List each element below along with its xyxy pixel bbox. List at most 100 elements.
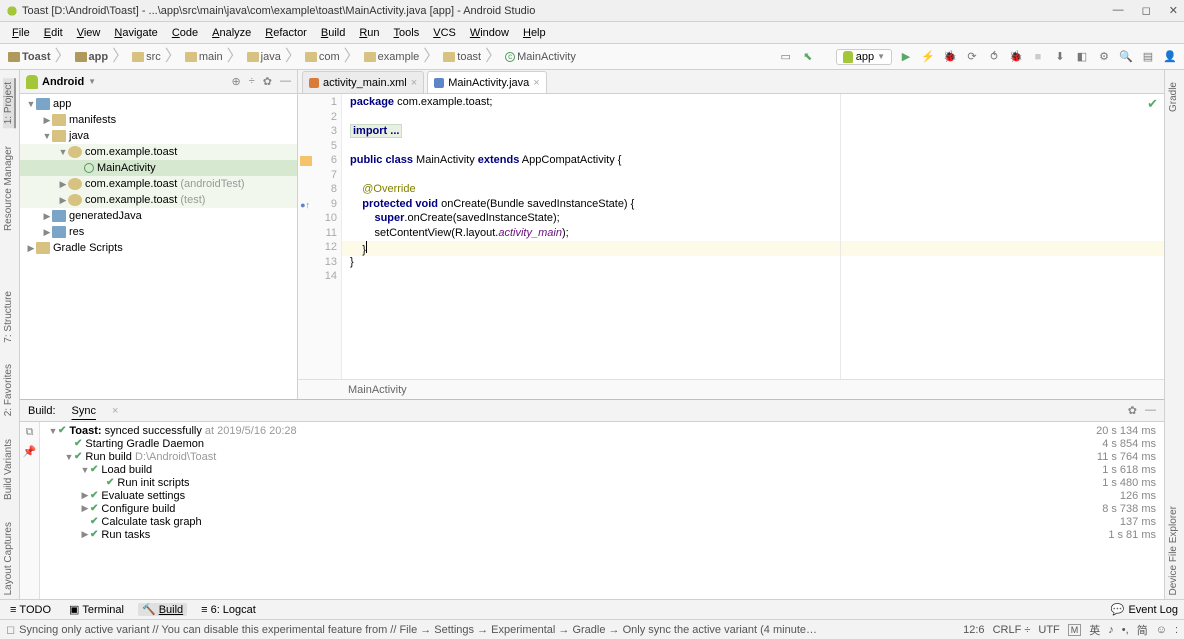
menu-build[interactable]: Build: [315, 25, 351, 41]
close-tab-icon[interactable]: ×: [411, 77, 417, 89]
breadcrumb-item[interactable]: src: [130, 51, 163, 63]
breadcrumb-item[interactable]: example: [362, 51, 422, 63]
editor[interactable]: 1235678●↑91011121314 ✔ package com.examp…: [298, 94, 1164, 379]
breadcrumb-item[interactable]: MainActivity: [348, 384, 407, 396]
sdk-manager-icon[interactable]: ⬇: [1052, 49, 1068, 65]
menu-analyze[interactable]: Analyze: [206, 25, 257, 41]
bottom-tab-6logcat[interactable]: ≡6: Logcat: [197, 603, 260, 616]
menu-refactor[interactable]: Refactor: [259, 25, 313, 41]
menu-run[interactable]: Run: [353, 25, 385, 41]
breadcrumb-item[interactable]: Toast: [6, 51, 53, 63]
menu-edit[interactable]: Edit: [38, 25, 69, 41]
status-item[interactable]: ☺: [1156, 624, 1167, 636]
maximize-button[interactable]: ◻: [1142, 4, 1151, 17]
select-opened-icon[interactable]: ⊕: [232, 75, 241, 88]
build-variants-tool-button[interactable]: Build Variants: [3, 435, 16, 504]
build-item[interactable]: ▼✔Run build D:\Android\Toast11 s 764 ms: [48, 450, 1156, 463]
filter-icon[interactable]: ▤: [1140, 49, 1156, 65]
user-icon[interactable]: 👤: [1162, 49, 1178, 65]
breadcrumb-item[interactable]: c MainActivity: [503, 51, 578, 63]
status-item[interactable]: :: [1175, 624, 1178, 636]
run-button[interactable]: ▶: [898, 49, 914, 65]
bottom-tab-todo[interactable]: ≡TODO: [6, 603, 55, 616]
build-item[interactable]: ▶✔Configure build8 s 738 ms: [48, 502, 1156, 515]
menu-view[interactable]: View: [71, 25, 107, 41]
hide-icon[interactable]: —: [280, 75, 291, 88]
minimize-button[interactable]: —: [1113, 4, 1124, 17]
status-item[interactable]: 英: [1089, 622, 1100, 638]
menu-code[interactable]: Code: [166, 25, 204, 41]
project-tree[interactable]: ▼app▶manifests▼java▼com.example.toastMai…: [20, 94, 297, 399]
menu-file[interactable]: File: [6, 25, 36, 41]
device-selector-icon[interactable]: ▭: [778, 49, 794, 65]
project-tool-button[interactable]: 1: Project: [3, 78, 16, 128]
build-item[interactable]: ▼✔Load build1 s 618 ms: [48, 463, 1156, 476]
tree-item[interactable]: ▶com.example.toast (androidTest): [20, 176, 297, 192]
layout-captures-tool-button[interactable]: Layout Captures: [3, 518, 16, 599]
tree-item[interactable]: ▼com.example.toast: [20, 144, 297, 160]
editor-tab[interactable]: MainActivity.java×: [427, 71, 547, 93]
sync-icon[interactable]: ⬉: [800, 49, 816, 65]
gear-icon[interactable]: ✿: [1128, 404, 1137, 417]
breadcrumb-item[interactable]: com: [303, 51, 342, 63]
build-output-tree[interactable]: ▼✔Toast: synced successfully at 2019/5/1…: [40, 422, 1164, 599]
dropdown-icon[interactable]: ▼: [88, 77, 96, 86]
filter-icon[interactable]: ⧉: [26, 426, 34, 439]
status-item[interactable]: UTF: [1038, 624, 1059, 636]
run-config-selector[interactable]: app ▼: [836, 49, 892, 65]
collapse-all-icon[interactable]: ÷: [249, 75, 255, 88]
menu-help[interactable]: Help: [517, 25, 552, 41]
build-item[interactable]: ✔Calculate task graph137 ms: [48, 515, 1156, 528]
close-button[interactable]: ✕: [1169, 4, 1178, 17]
stop-button[interactable]: ■: [1030, 49, 1046, 65]
close-tab-icon[interactable]: ×: [533, 77, 539, 89]
build-item[interactable]: ✔Run init scripts1 s 480 ms: [48, 476, 1156, 489]
status-item[interactable]: •,: [1122, 624, 1129, 636]
editor-tab[interactable]: activity_main.xml×: [302, 71, 424, 93]
build-tab-sync[interactable]: Sync: [68, 405, 100, 417]
tree-item[interactable]: ▶manifests: [20, 112, 297, 128]
tree-item[interactable]: ▼app: [20, 96, 297, 112]
tree-item[interactable]: ▶com.example.toast (test): [20, 192, 297, 208]
menu-window[interactable]: Window: [464, 25, 515, 41]
project-view-label[interactable]: Android: [42, 76, 84, 88]
tree-item[interactable]: ▶generatedJava: [20, 208, 297, 224]
tree-item[interactable]: ▶Gradle Scripts: [20, 240, 297, 256]
build-item[interactable]: ▶✔Evaluate settings126 ms: [48, 489, 1156, 502]
breadcrumb-item[interactable]: app: [73, 51, 111, 63]
pin-icon[interactable]: 📌: [23, 445, 37, 458]
bottom-tab-terminal[interactable]: ▣Terminal: [65, 603, 128, 616]
status-item[interactable]: 12:6: [963, 624, 984, 636]
apply-changes-icon[interactable]: ⚡: [920, 49, 936, 65]
build-item[interactable]: ▼✔Toast: synced successfully at 2019/5/1…: [48, 424, 1156, 437]
editor-breadcrumb[interactable]: MainActivity: [298, 379, 1164, 399]
debug-button[interactable]: 🐞: [942, 49, 958, 65]
structure-tool-button[interactable]: 7: Structure: [3, 287, 16, 347]
tree-item[interactable]: ▶res: [20, 224, 297, 240]
hide-icon[interactable]: —: [1145, 404, 1156, 417]
editor-code[interactable]: ✔ package com.example.toast;import ...pu…: [342, 94, 1164, 379]
favorites-tool-button[interactable]: 2: Favorites: [3, 360, 16, 420]
gear-icon[interactable]: ✿: [263, 75, 272, 88]
breadcrumb-item[interactable]: main: [183, 51, 225, 63]
bottom-tab-build[interactable]: 🔨Build: [138, 603, 187, 616]
breadcrumb-item[interactable]: toast: [441, 51, 483, 63]
project-structure-icon[interactable]: ⚙: [1096, 49, 1112, 65]
gradle-tool-button[interactable]: Gradle: [1168, 78, 1181, 116]
attach-debugger-icon[interactable]: ⥀: [986, 49, 1002, 65]
resource-manager-tool-button[interactable]: Resource Manager: [3, 142, 16, 235]
event-log-button[interactable]: Event Log: [1128, 604, 1178, 616]
status-item[interactable]: 简: [1137, 622, 1148, 638]
status-item[interactable]: CRLF ÷: [993, 624, 1031, 636]
breadcrumb-item[interactable]: java: [245, 51, 283, 63]
menu-vcs[interactable]: VCS: [427, 25, 462, 41]
profiler-icon[interactable]: ⟳: [964, 49, 980, 65]
close-tab-icon[interactable]: ×: [112, 405, 118, 417]
tree-item[interactable]: MainActivity: [20, 160, 297, 176]
build-item[interactable]: ✔Starting Gradle Daemon4 s 854 ms: [48, 437, 1156, 450]
status-item[interactable]: M: [1068, 624, 1082, 636]
status-item[interactable]: ♪: [1108, 624, 1114, 636]
tree-item[interactable]: ▼java: [20, 128, 297, 144]
device-file-explorer-button[interactable]: Device File Explorer: [1168, 502, 1181, 599]
avd-manager-icon[interactable]: 🐞: [1008, 49, 1024, 65]
